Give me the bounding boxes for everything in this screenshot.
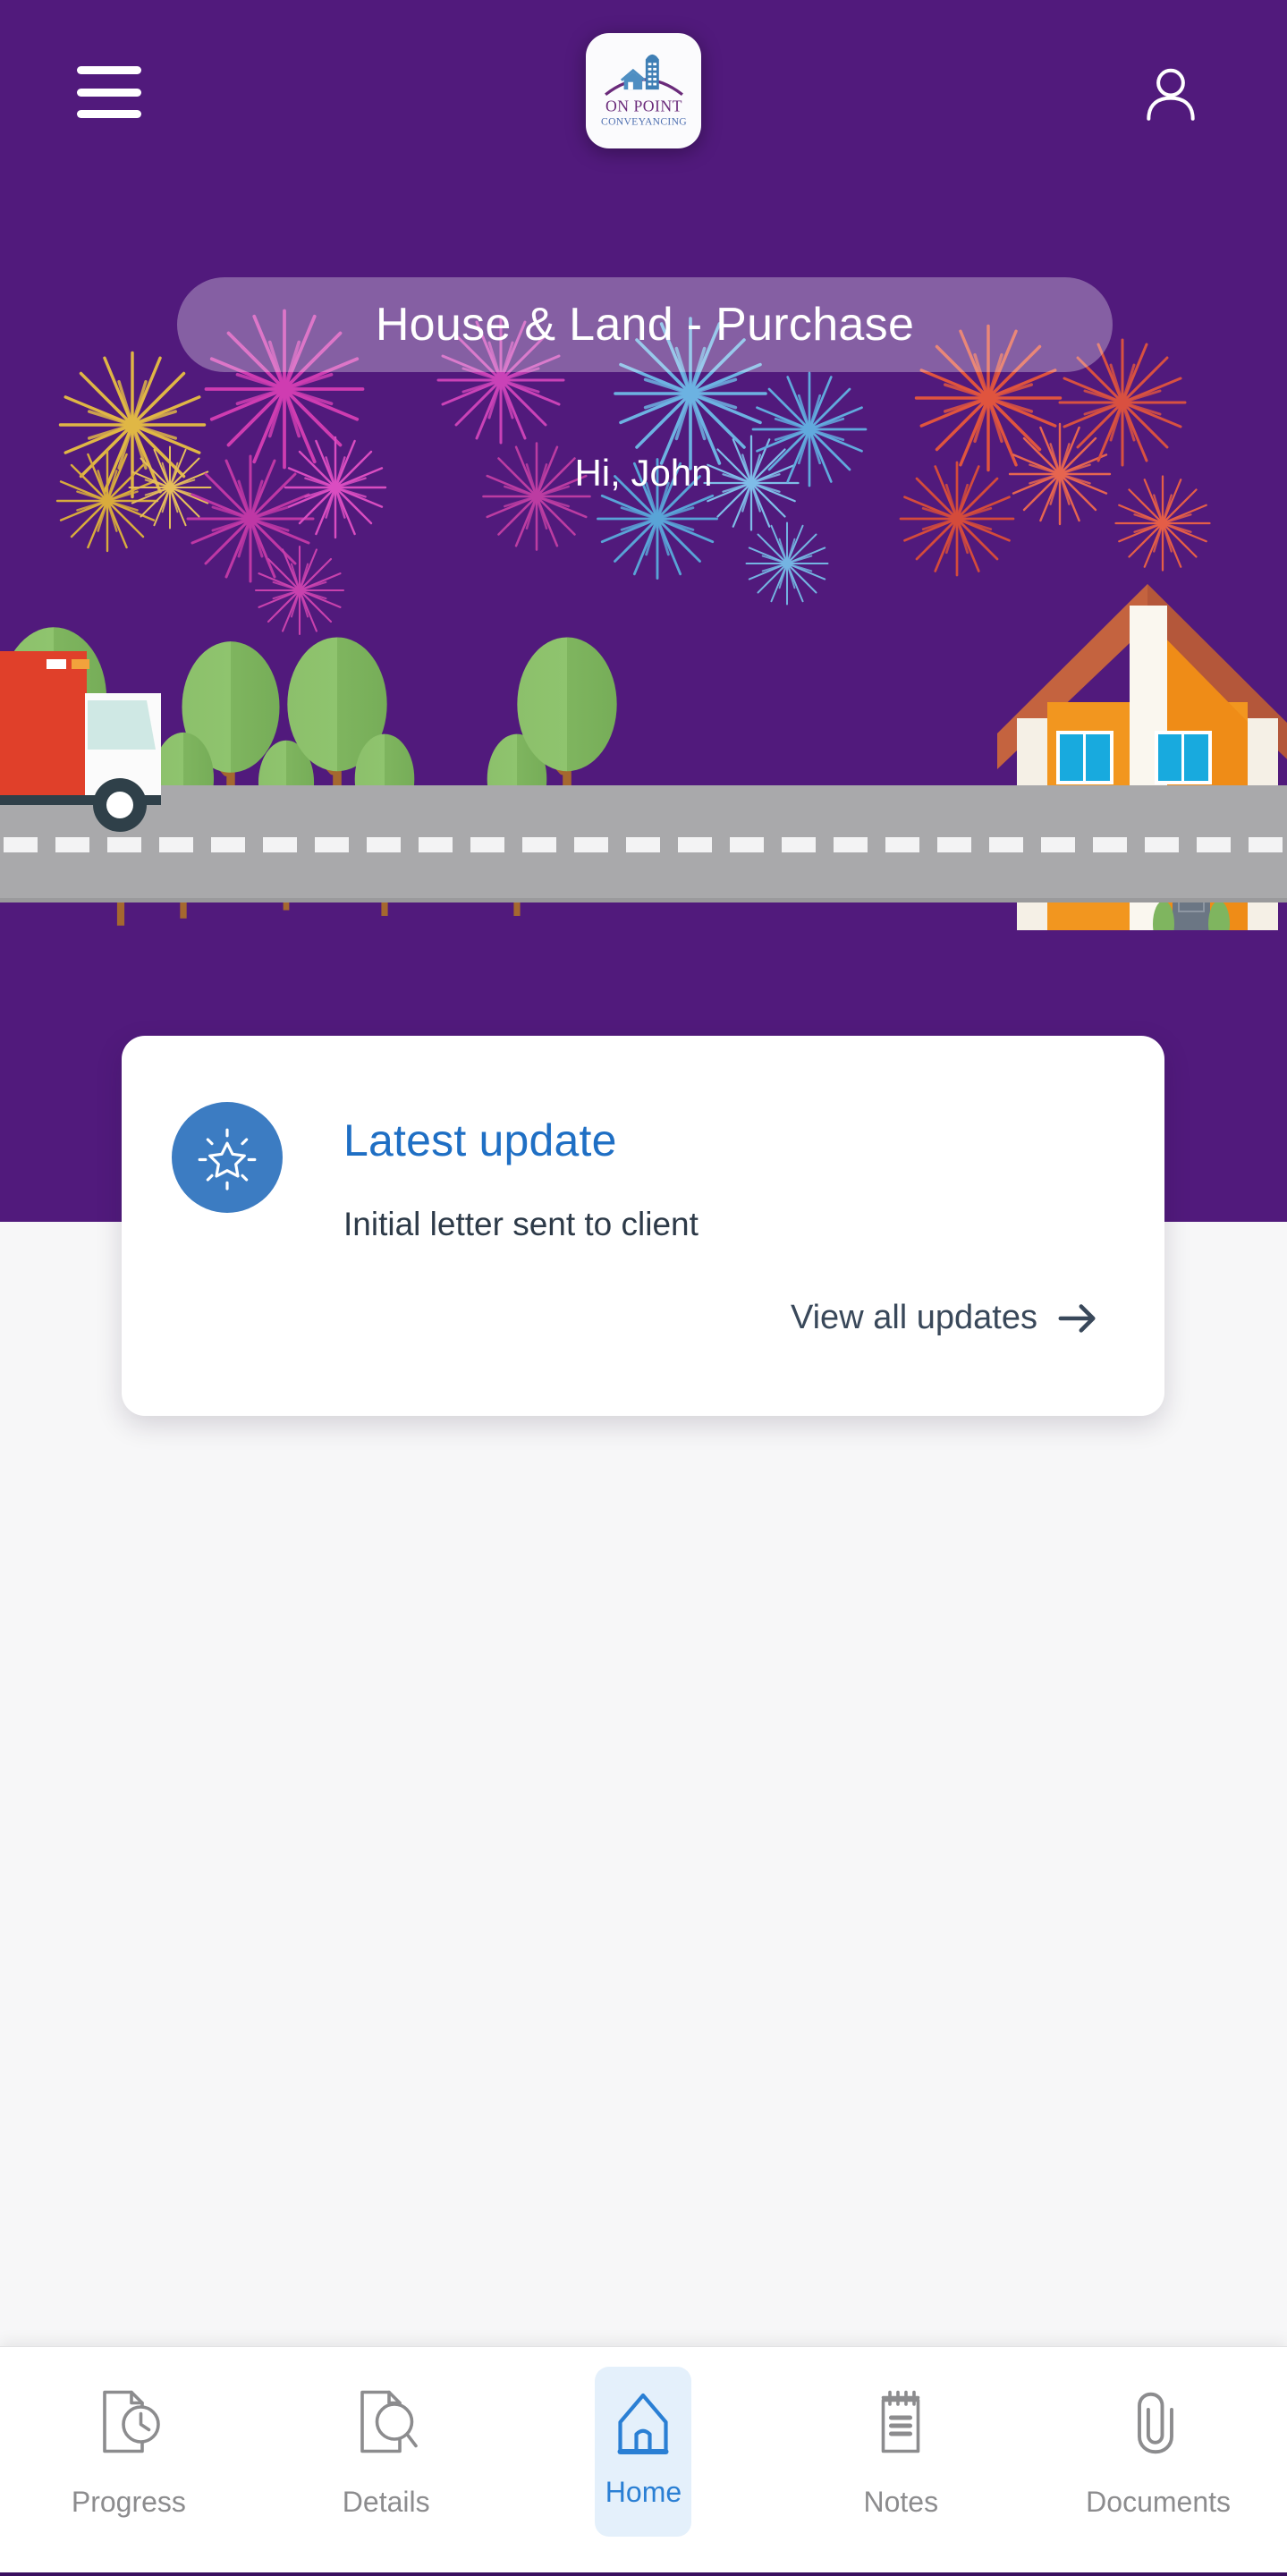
moving-truck-house-street-illustration	[0, 584, 1287, 930]
home-indicator-bar	[0, 2572, 1287, 2576]
hamburger-bar-1	[77, 66, 141, 74]
nav-item-progress[interactable]: Progress	[0, 2347, 258, 2519]
matter-title-pill: House & Land - Purchase	[177, 277, 1113, 372]
page-title: House & Land - Purchase	[375, 299, 915, 351]
nav-item-home[interactable]: Home	[515, 2347, 773, 2537]
svg-text:ON POINT: ON POINT	[605, 97, 682, 114]
house-icon	[595, 2367, 692, 2537]
hamburger-bar-3	[77, 110, 141, 118]
nav-item-documents[interactable]: Documents	[1029, 2347, 1287, 2519]
hamburger-bar-2	[77, 88, 141, 97]
latest-update-card[interactable]: Latest update Initial letter sent to cli…	[122, 1036, 1164, 1416]
notepad-icon	[852, 2367, 949, 2479]
latest-update-message: Initial letter sent to client	[343, 1206, 699, 1242]
user-profile-icon[interactable]	[1138, 61, 1204, 127]
nav-item-details[interactable]: Details	[258, 2347, 515, 2519]
hamburger-menu-icon[interactable]	[77, 66, 141, 118]
arrow-right-icon	[1058, 1303, 1096, 1333]
nav-label-home: Home	[605, 2476, 682, 2508]
nav-label-documents: Documents	[1086, 2486, 1231, 2518]
sparkle-star-icon	[172, 1102, 283, 1213]
app-root: House & Land - Purchase Hi, John ON POIN…	[0, 0, 1287, 2576]
latest-update-title: Latest update	[343, 1115, 617, 1165]
view-all-updates-button[interactable]: View all updates	[791, 1299, 1098, 1337]
nav-label-progress: Progress	[71, 2486, 186, 2518]
user-greeting: Hi, John	[574, 452, 713, 494]
paperclip-icon	[1110, 2367, 1207, 2479]
nav-label-notes: Notes	[863, 2486, 939, 2518]
view-all-updates-label: View all updates	[790, 1299, 1037, 1336]
nav-item-notes[interactable]: Notes	[772, 2347, 1029, 2519]
app-header: ON POINT CONVEYANCING	[0, 0, 1287, 183]
document-clock-icon	[80, 2367, 177, 2479]
nav-label-details: Details	[342, 2486, 430, 2518]
document-search-icon	[338, 2367, 435, 2479]
on-point-conveyancing-logo[interactable]: ON POINT CONVEYANCING	[586, 33, 701, 148]
svg-text:CONVEYANCING: CONVEYANCING	[601, 115, 687, 127]
bottom-navigation-bar: Progress Details Home Notes Documents	[0, 2346, 1287, 2576]
